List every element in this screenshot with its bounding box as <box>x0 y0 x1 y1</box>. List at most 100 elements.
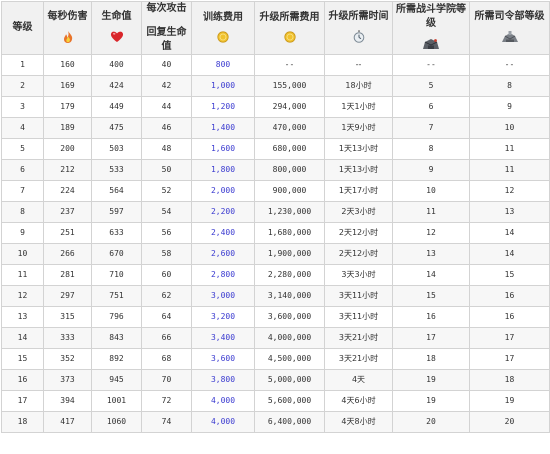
cell-upgrade-time: -- <box>324 54 393 76</box>
cell-hq-level: 16 <box>469 306 550 328</box>
cell-level: 4 <box>1 117 44 139</box>
cell-dps: 251 <box>43 222 92 244</box>
cell-dps: 333 <box>43 327 92 349</box>
cell-hp: 597 <box>91 201 142 223</box>
cell-attack: 70 <box>141 369 192 391</box>
cell-level: 1 <box>1 54 44 76</box>
cell-level: 16 <box>1 369 44 391</box>
cell-attack: 54 <box>141 201 192 223</box>
cell-dps: 266 <box>43 243 92 265</box>
cell-upgrade-cost: 3,140,000 <box>254 285 325 307</box>
cell-dps: 212 <box>43 159 92 181</box>
cell-upgrade-time: 4天8小时 <box>324 411 393 433</box>
cell-upgrade-cost: 155,000 <box>254 75 325 97</box>
table-row: 12 297 751 62 3,000 3,140,000 3天11小时 15 16 <box>1 285 550 307</box>
cell-hp: 449 <box>91 96 142 118</box>
cell-hp: 633 <box>91 222 142 244</box>
cell-hq-level: 11 <box>469 138 550 160</box>
flame-icon <box>61 30 75 44</box>
cell-academy-level: 17 <box>392 327 470 349</box>
cell-academy-level: 20 <box>392 411 470 433</box>
cell-dps: 237 <box>43 201 92 223</box>
cell-upgrade-time: 2天12小时 <box>324 243 393 265</box>
cell-train-cost: 2,600 <box>191 243 255 265</box>
cell-upgrade-time: 1天13小时 <box>324 159 393 181</box>
cell-hq-level: 16 <box>469 285 550 307</box>
cell-train-cost: 4,000 <box>191 390 255 412</box>
cell-hq-level: 8 <box>469 75 550 97</box>
cell-dps: 394 <box>43 390 92 412</box>
cell-attack: 40 <box>141 54 192 76</box>
cell-dps: 224 <box>43 180 92 202</box>
cell-academy-level: 15 <box>392 285 470 307</box>
table-row: 6 212 533 50 1,800 800,000 1天13小时 9 11 <box>1 159 550 181</box>
cell-dps: 373 <box>43 369 92 391</box>
cell-hp: 751 <box>91 285 142 307</box>
table-row: 13 315 796 64 3,200 3,600,000 3天11小时 16 16 <box>1 306 550 328</box>
table-row: 14 333 843 66 3,400 4,000,000 3天21小时 17 17 <box>1 327 550 349</box>
cell-level: 14 <box>1 327 44 349</box>
header-academy-level: 所需战斗学院等级 <box>392 1 470 55</box>
cell-hq-level: 18 <box>469 369 550 391</box>
cell-attack: 46 <box>141 117 192 139</box>
cell-academy-level: 16 <box>392 306 470 328</box>
cell-dps: 189 <box>43 117 92 139</box>
cell-academy-level: 14 <box>392 264 470 286</box>
cell-train-cost: 2,200 <box>191 201 255 223</box>
cell-upgrade-time: 3天3小时 <box>324 264 393 286</box>
cell-train-cost: 4,000 <box>191 411 255 433</box>
cell-hp: 796 <box>91 306 142 328</box>
gold-coin-icon <box>217 30 229 45</box>
cell-hp: 710 <box>91 264 142 286</box>
cell-attack: 60 <box>141 264 192 286</box>
unit-stats-table: 等级 每秒伤害 生命值 每次攻击 回复生命值 训练费用 升级所需费用 升级所需时… <box>1 1 550 433</box>
cell-attack: 72 <box>141 390 192 412</box>
cell-hp: 670 <box>91 243 142 265</box>
cell-train-cost: 3,800 <box>191 369 255 391</box>
cell-upgrade-cost: 6,400,000 <box>254 411 325 433</box>
cell-hp: 400 <box>91 54 142 76</box>
cell-upgrade-cost: 3,600,000 <box>254 306 325 328</box>
cell-upgrade-time: 3天11小时 <box>324 306 393 328</box>
table-row: 11 281 710 60 2,800 2,280,000 3天3小时 14 15 <box>1 264 550 286</box>
headquarters-icon <box>500 30 520 44</box>
table-row: 17 394 1001 72 4,000 5,600,000 4天6小时 19 19 <box>1 390 550 412</box>
cell-hq-level: -- <box>469 54 550 76</box>
header-level: 等级 <box>1 1 44 55</box>
table-row: 16 373 945 70 3,800 5,000,000 4天 19 18 <box>1 369 550 391</box>
cell-attack: 74 <box>141 411 192 433</box>
header-hq-level: 所需司令部等级 <box>469 1 550 55</box>
table-row: 18 417 1060 74 4,000 6,400,000 4天8小时 20 20 <box>1 411 550 433</box>
cell-dps: 200 <box>43 138 92 160</box>
cell-upgrade-cost: 470,000 <box>254 117 325 139</box>
header-upgrade-time: 升级所需时间 <box>324 1 393 55</box>
cell-level: 7 <box>1 180 44 202</box>
cell-upgrade-time: 1天17小时 <box>324 180 393 202</box>
cell-hq-level: 10 <box>469 117 550 139</box>
cell-hp: 945 <box>91 369 142 391</box>
cell-dps: 315 <box>43 306 92 328</box>
cell-train-cost: 2,000 <box>191 180 255 202</box>
cell-hp: 1060 <box>91 411 142 433</box>
cell-level: 12 <box>1 285 44 307</box>
cell-hq-level: 17 <box>469 327 550 349</box>
cell-attack: 56 <box>141 222 192 244</box>
cell-upgrade-cost: 1,680,000 <box>254 222 325 244</box>
cell-upgrade-cost: 2,280,000 <box>254 264 325 286</box>
cell-train-cost: 2,400 <box>191 222 255 244</box>
cell-upgrade-cost: 5,600,000 <box>254 390 325 412</box>
cell-upgrade-cost: 4,500,000 <box>254 348 325 370</box>
cell-academy-level: 9 <box>392 159 470 181</box>
cell-hq-level: 13 <box>469 201 550 223</box>
cell-train-cost: 3,600 <box>191 348 255 370</box>
cell-level: 17 <box>1 390 44 412</box>
cell-upgrade-time: 4天 <box>324 369 393 391</box>
cell-attack: 42 <box>141 75 192 97</box>
cell-hq-level: 17 <box>469 348 550 370</box>
cell-hq-level: 20 <box>469 411 550 433</box>
cell-academy-level: 18 <box>392 348 470 370</box>
cell-academy-level: 19 <box>392 369 470 391</box>
cell-attack: 62 <box>141 285 192 307</box>
cell-upgrade-cost: 900,000 <box>254 180 325 202</box>
cell-train-cost: 1,000 <box>191 75 255 97</box>
